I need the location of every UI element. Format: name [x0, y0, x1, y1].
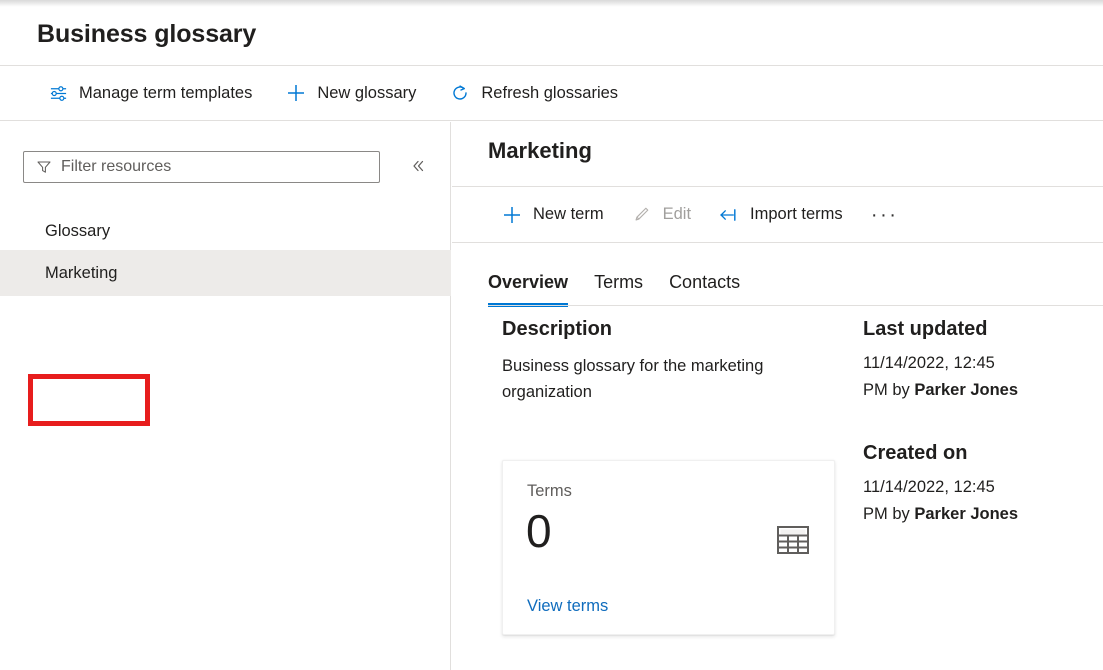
- detail-tabs: Overview Terms Contacts: [452, 259, 1103, 307]
- created-on-heading: Created on: [863, 442, 1073, 465]
- glossary-sidebar: Glossary Marketing: [0, 122, 451, 670]
- new-glossary-button[interactable]: New glossary: [276, 73, 426, 113]
- glossary-detail-pane: Marketing New term Edit: [452, 122, 1103, 670]
- description-heading: Description: [502, 318, 842, 341]
- refresh-glossaries-button[interactable]: Refresh glossaries: [440, 73, 628, 113]
- detail-command-bar: New term Edit: [452, 186, 1103, 243]
- sidebar-item-label: Marketing: [45, 264, 117, 283]
- refresh-icon: [450, 83, 470, 103]
- import-terms-button[interactable]: Import terms: [709, 195, 853, 235]
- annotation-highlight-rectangle: [28, 374, 150, 426]
- created-on-user: Parker Jones: [914, 505, 1018, 523]
- created-on-value: 11/14/2022, 12:45 PM by Parker Jones: [863, 474, 1023, 528]
- last-updated-heading: Last updated: [863, 318, 1073, 341]
- terms-card: Terms 0 View terms: [502, 460, 835, 635]
- global-command-bar: Manage term templates New glossary Refre…: [0, 65, 1103, 121]
- tab-terms[interactable]: Terms: [594, 259, 643, 305]
- tab-overview[interactable]: Overview: [488, 259, 568, 305]
- page-header: Business glossary: [0, 7, 1103, 65]
- settings-sliders-icon: [48, 83, 68, 103]
- tab-contacts-label: Contacts: [669, 272, 740, 293]
- collapse-sidebar-button[interactable]: [404, 153, 432, 181]
- description-text: Business glossary for the marketing orga…: [502, 353, 842, 405]
- view-terms-link[interactable]: View terms: [527, 597, 608, 616]
- manage-term-templates-label: Manage term templates: [79, 85, 252, 102]
- last-updated-block: Last updated 11/14/2022, 12:45 PM by Par…: [863, 318, 1073, 404]
- edit-button[interactable]: Edit: [622, 195, 701, 235]
- pencil-icon: [632, 205, 652, 225]
- funnel-icon: [36, 159, 52, 175]
- edit-label: Edit: [663, 206, 691, 223]
- table-grid-icon: [777, 526, 809, 554]
- more-options-button[interactable]: ···: [867, 197, 903, 233]
- top-shadow-strip: [0, 0, 1103, 7]
- sidebar-item-marketing[interactable]: Marketing: [0, 250, 451, 296]
- plus-icon: [286, 83, 306, 103]
- page-title: Business glossary: [37, 20, 256, 49]
- overview-right-column: Last updated 11/14/2022, 12:45 PM by Par…: [863, 318, 1073, 566]
- overview-left-column: Description Business glossary for the ma…: [502, 318, 842, 405]
- glossary-tree: Glossary Marketing: [0, 212, 451, 296]
- new-term-button[interactable]: New term: [492, 195, 614, 235]
- tab-contacts[interactable]: Contacts: [669, 259, 740, 305]
- tabs-divider: [488, 305, 1103, 306]
- created-on-block: Created on 11/14/2022, 12:45 PM by Parke…: [863, 442, 1073, 528]
- new-glossary-label: New glossary: [317, 85, 416, 102]
- manage-term-templates-button[interactable]: Manage term templates: [38, 73, 262, 113]
- tab-overview-label: Overview: [488, 272, 568, 293]
- import-terms-label: Import terms: [750, 206, 843, 223]
- refresh-glossaries-label: Refresh glossaries: [481, 85, 618, 102]
- tree-group-label-glossary: Glossary: [0, 212, 451, 250]
- terms-card-count: 0: [526, 508, 552, 554]
- last-updated-user: Parker Jones: [914, 381, 1018, 399]
- filter-row: [0, 122, 451, 188]
- double-chevron-left-icon: [410, 158, 426, 177]
- business-glossary-page: Business glossary Manage term templates: [0, 0, 1103, 670]
- filter-resources-box[interactable]: [23, 151, 380, 183]
- detail-title: Marketing: [488, 138, 592, 164]
- overview-tab-panel: Description Business glossary for the ma…: [452, 318, 1103, 670]
- last-updated-value: 11/14/2022, 12:45 PM by Parker Jones: [863, 350, 1023, 404]
- terms-card-label: Terms: [527, 482, 572, 501]
- tab-terms-label: Terms: [594, 272, 643, 293]
- plus-icon: [502, 205, 522, 225]
- import-arrow-icon: [719, 205, 739, 225]
- filter-resources-input[interactable]: [61, 158, 351, 176]
- new-term-label: New term: [533, 206, 604, 223]
